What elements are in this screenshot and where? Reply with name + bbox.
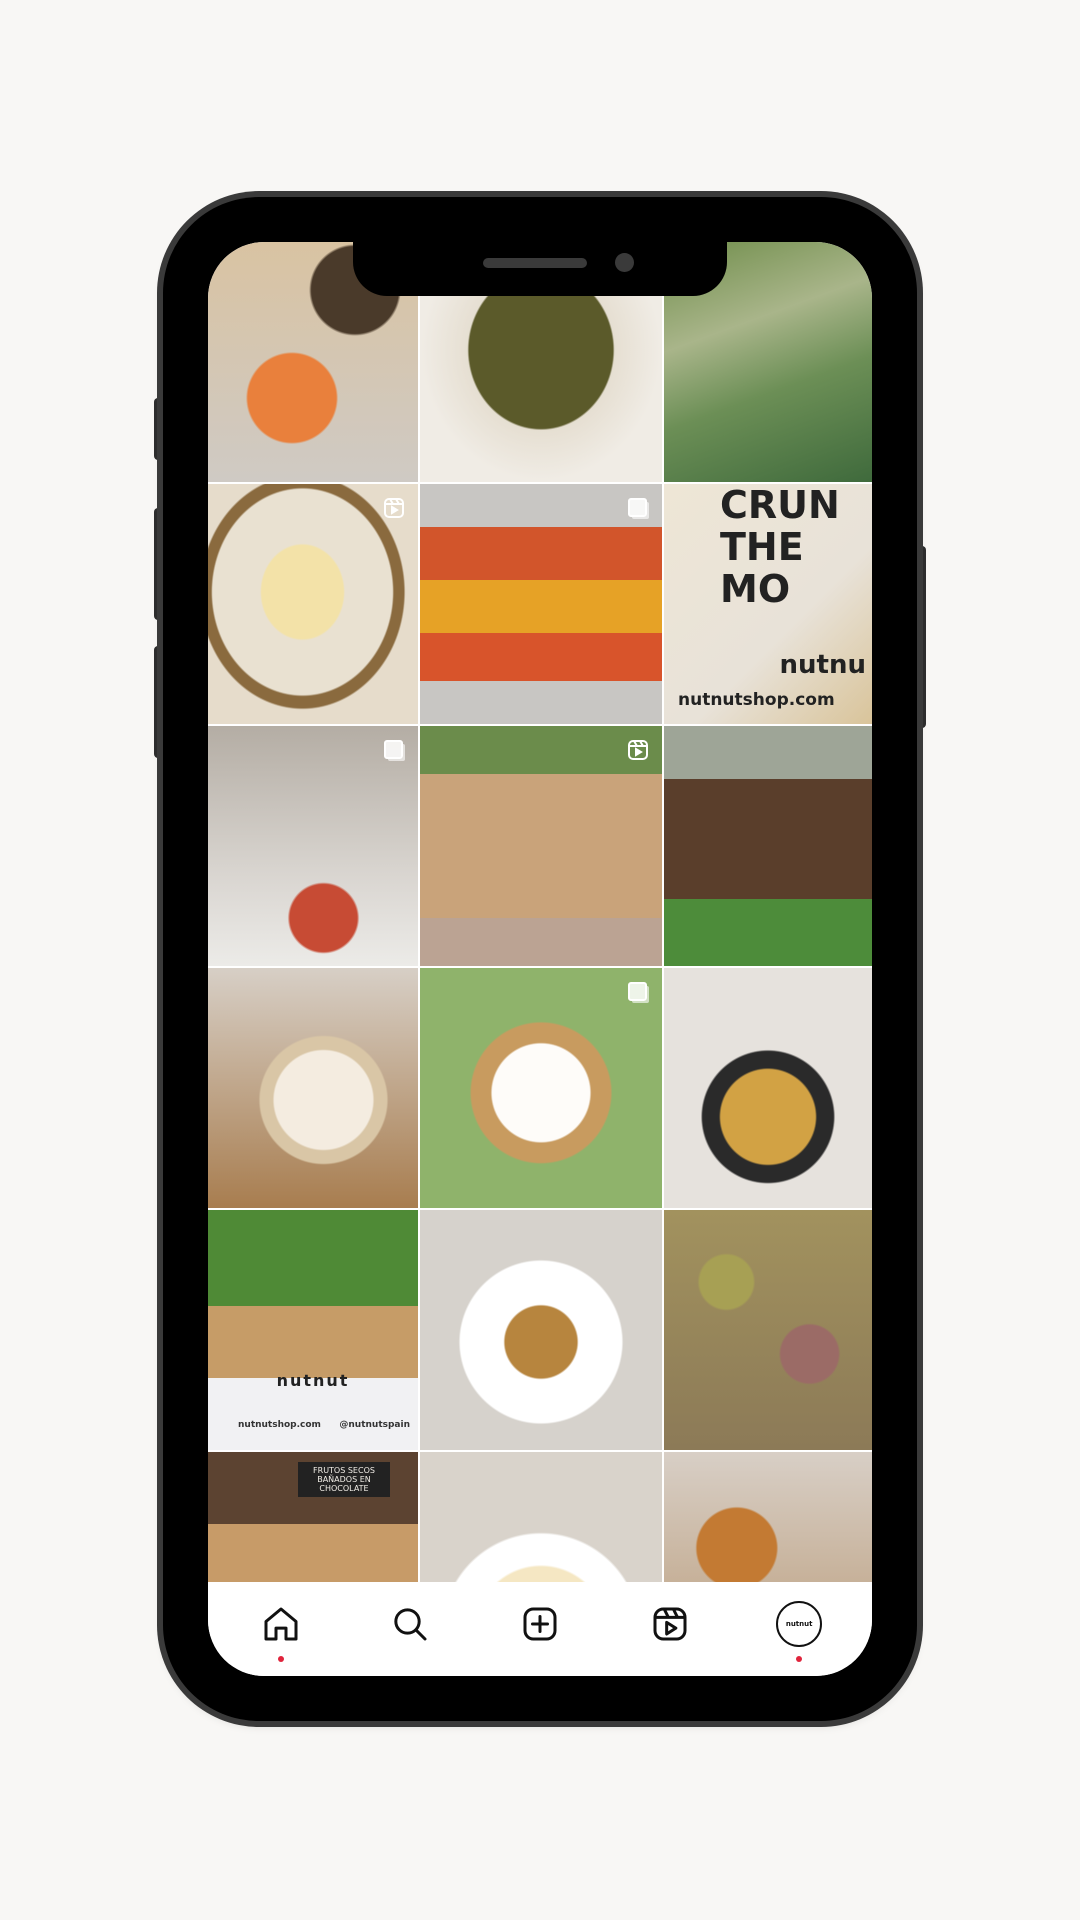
power-button	[916, 546, 926, 728]
profile-avatar: nutnut	[776, 1601, 823, 1647]
front-camera	[615, 253, 634, 272]
post-tile[interactable]	[208, 726, 418, 966]
speaker-grille	[483, 258, 587, 268]
website-text: nutnutshop.com	[678, 690, 835, 710]
brand-logo-text: nutnu	[779, 650, 866, 680]
nav-profile[interactable]: nutnut	[775, 1600, 823, 1662]
post-tile[interactable]	[420, 484, 662, 724]
post-tile[interactable]	[420, 726, 662, 966]
post-tile[interactable]	[664, 726, 872, 966]
home-icon	[264, 1607, 298, 1641]
post-tile[interactable]: CRUN THE MO nutnu nutnutshop.com	[664, 484, 872, 724]
bottom-nav-bar: nutnut	[208, 1582, 872, 1676]
tshirt-slogan: CRUN THE MO	[720, 484, 840, 611]
post-tile[interactable]: FRUTOS SECOS BAÑADOS EN CHOCOLATE	[208, 1452, 418, 1582]
multi-post-icon	[626, 980, 650, 1004]
profile-post-grid: CRUN THE MO nutnu nutnutshop.com nutnut …	[208, 242, 872, 1582]
bag-website-text: nutnutshop.com	[238, 1420, 321, 1430]
post-tile[interactable]	[664, 968, 872, 1208]
nav-home[interactable]	[257, 1600, 305, 1662]
notification-dot	[796, 1656, 803, 1662]
post-tile[interactable]	[420, 1452, 662, 1582]
post-tile[interactable]	[208, 484, 418, 724]
post-tile[interactable]	[420, 968, 662, 1208]
reel-icon	[626, 738, 650, 762]
multi-post-icon	[382, 738, 406, 762]
post-tile[interactable]	[664, 1452, 872, 1582]
notch	[353, 242, 727, 296]
post-tile[interactable]	[420, 1210, 662, 1450]
search-icon	[394, 1608, 427, 1641]
reels-icon	[653, 1607, 687, 1641]
bag-brand-text: nutnut	[276, 1371, 350, 1390]
post-tile[interactable]	[664, 1210, 872, 1450]
notification-dot	[277, 1656, 284, 1662]
add-post-icon	[523, 1607, 557, 1641]
multi-post-icon	[626, 496, 650, 520]
phone-screen: CRUN THE MO nutnu nutnutshop.com nutnut …	[208, 242, 872, 1676]
bag-handle-text: @nutnutspain	[339, 1420, 410, 1430]
reel-icon	[382, 496, 406, 520]
nav-reels[interactable]	[646, 1600, 694, 1648]
post-tile[interactable]	[208, 968, 418, 1208]
product-sign: FRUTOS SECOS BAÑADOS EN CHOCOLATE	[298, 1462, 390, 1497]
phone-frame: CRUN THE MO nutnu nutnutshop.com nutnut …	[163, 197, 917, 1721]
nav-search[interactable]	[386, 1600, 434, 1648]
post-tile[interactable]: nutnut nutnutshop.com @nutnutspain	[208, 1210, 418, 1450]
nav-create[interactable]	[516, 1600, 564, 1648]
